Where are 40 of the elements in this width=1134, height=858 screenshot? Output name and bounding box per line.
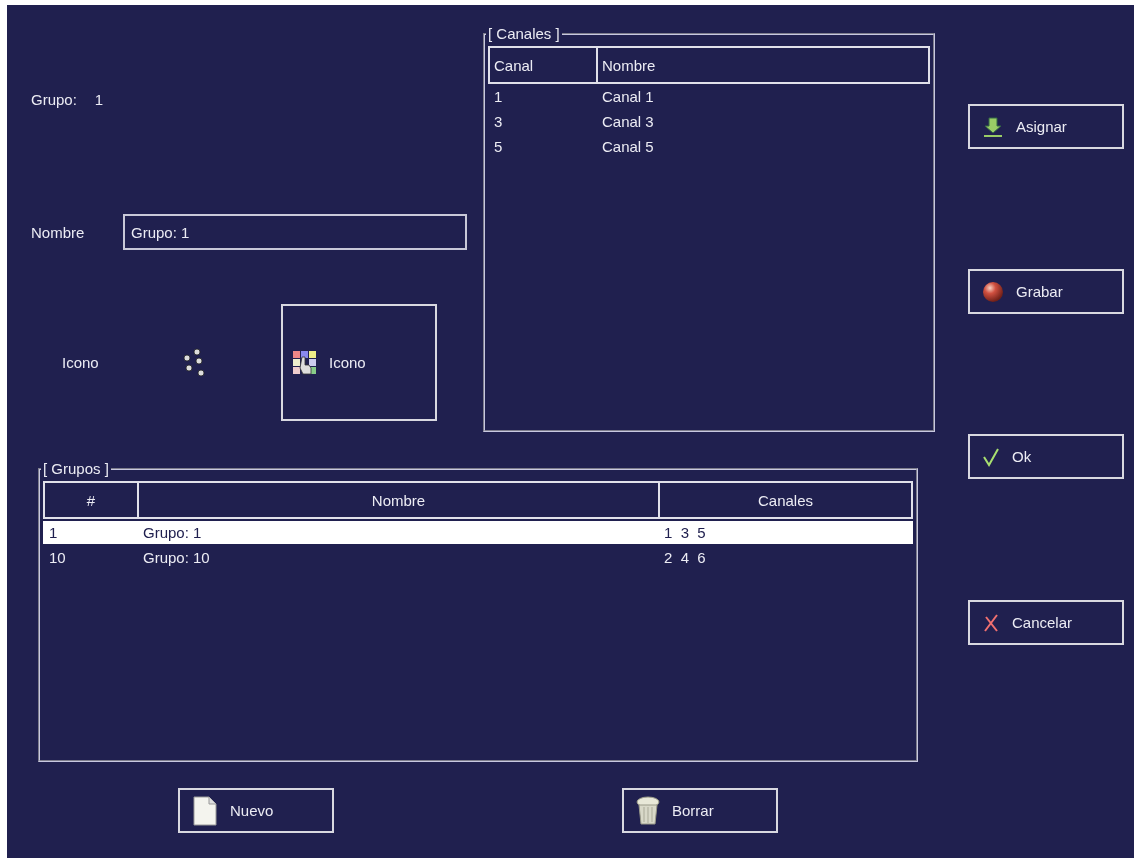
column-header[interactable]: Canales [660, 483, 911, 517]
action-button[interactable]: Ok [968, 434, 1124, 479]
table-cell-text: 1 [493, 88, 504, 105]
table-cell-text: 3 [493, 113, 504, 130]
column-header[interactable]: Nombre [598, 48, 928, 82]
name-input-field[interactable]: Grupo: 1 [123, 214, 467, 250]
panel-title: [ Grupos ] [42, 460, 110, 477]
table-cell-text: 2 4 6 [663, 549, 707, 566]
cross-icon [982, 612, 1000, 633]
download-arrow-icon [982, 115, 1004, 138]
column-header[interactable]: Canal [490, 48, 598, 82]
table-cell-text: 1 3 5 [663, 524, 707, 541]
table-cell-text: 5 [493, 138, 504, 155]
table-row[interactable]: 1 Grupo: 1 1 3 5 [43, 521, 913, 544]
action-button[interactable]: Nuevo [178, 788, 334, 833]
grid-hand-icon [293, 350, 317, 375]
group-number: 1 [94, 91, 104, 108]
table-cell-text: 10 [48, 549, 67, 566]
action-button[interactable]: Asignar [968, 104, 1124, 149]
action-button[interactable]: Borrar [622, 788, 778, 833]
check-icon [982, 446, 1000, 467]
table-cell-text: 1 [48, 524, 59, 541]
panel-title: [ Canales ] [487, 25, 561, 42]
table-cell-text: Canal 1 [601, 88, 655, 105]
trash-can-icon [636, 795, 660, 826]
document-icon [192, 795, 218, 826]
icon-label: Icono [62, 354, 100, 371]
name-label: Nombre [31, 223, 86, 241]
icon-picker-button[interactable]: Icono [281, 304, 437, 421]
table-cell-text: Grupo: 1 [142, 524, 203, 541]
table-cell-text: Grupo: 10 [142, 549, 211, 566]
group-label: Grupo: [31, 91, 77, 108]
column-header[interactable]: # [45, 483, 139, 517]
table-row[interactable]: 10 Grupo: 10 2 4 6 [43, 546, 913, 569]
table-cell-text: Canal 5 [601, 138, 655, 155]
sphere-icon [982, 280, 1004, 303]
column-header[interactable]: Nombre [139, 483, 660, 517]
table-cell-text: Canal 3 [601, 113, 655, 130]
action-button[interactable]: Cancelar [968, 600, 1124, 645]
action-button[interactable]: Grabar [968, 269, 1124, 314]
